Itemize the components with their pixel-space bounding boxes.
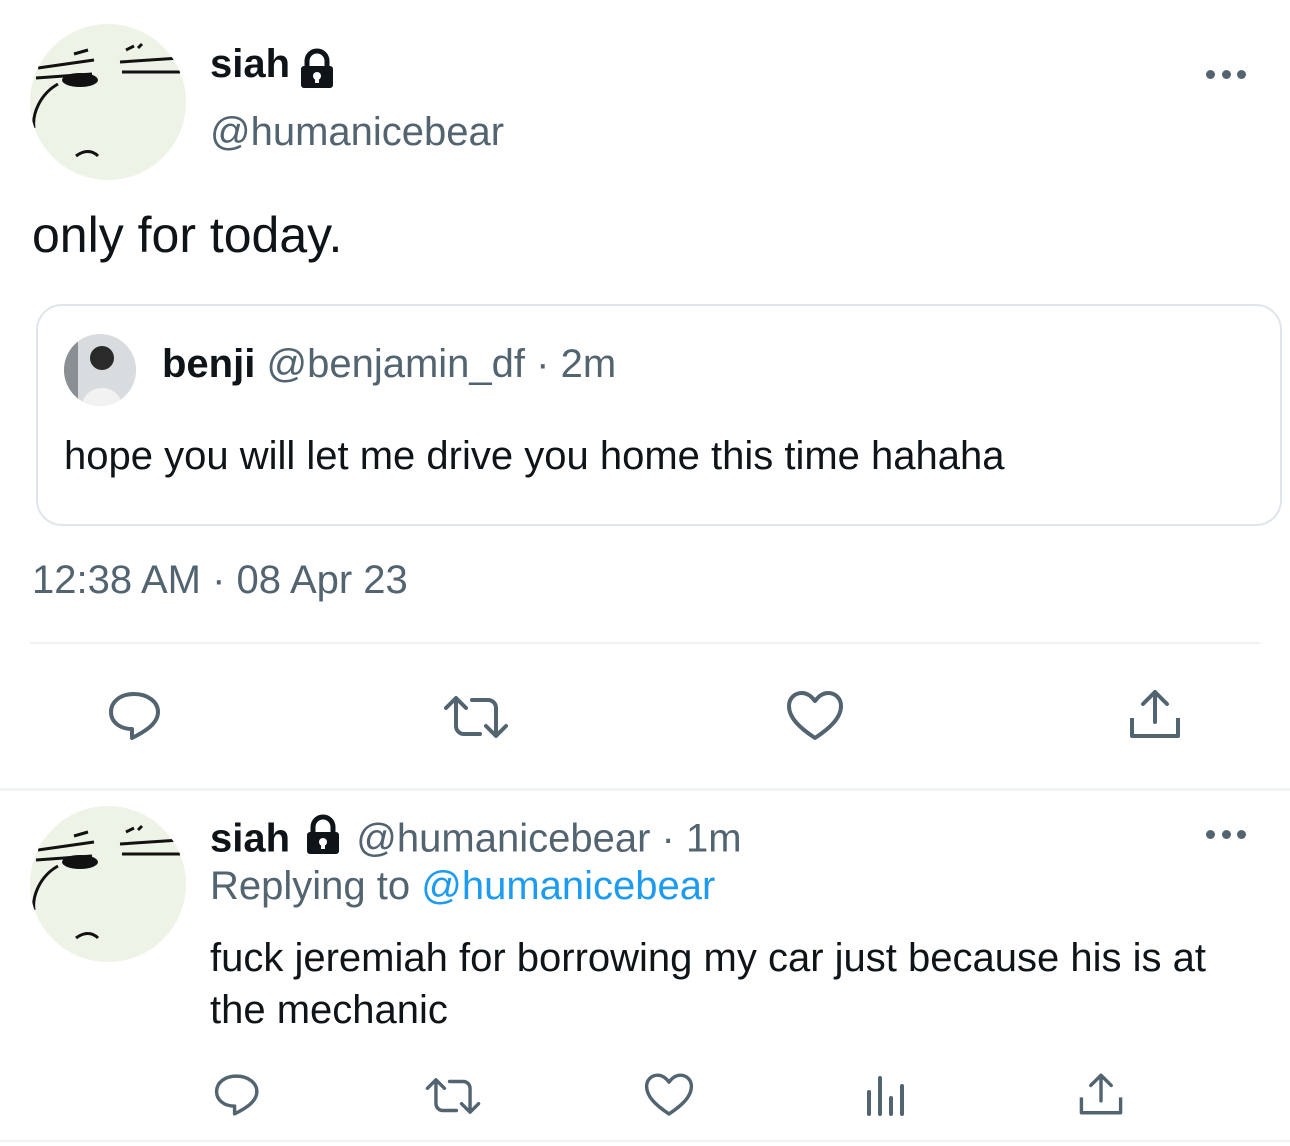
replying-handle-link[interactable]: @humanicebear: [421, 864, 715, 908]
author-handle[interactable]: @humanicebear: [210, 110, 504, 155]
lock-icon: [295, 48, 339, 97]
replying-to: Replying to @humanicebear: [210, 864, 715, 909]
quote-time: 2m: [560, 342, 617, 386]
ice-bear-face-icon: [30, 806, 186, 962]
author-handle[interactable]: @humanicebear: [356, 817, 650, 861]
quote-author-name[interactable]: benji: [162, 342, 255, 386]
time-ago[interactable]: 1m: [686, 817, 742, 861]
author-name[interactable]: siah: [210, 42, 290, 86]
author-row: siah: [210, 42, 339, 97]
reply-icon[interactable]: [214, 1072, 262, 1118]
ice-bear-face-icon: [30, 24, 186, 180]
replying-label: Replying to: [210, 864, 411, 908]
share-icon[interactable]: [1078, 1070, 1124, 1118]
avatar[interactable]: [30, 806, 186, 962]
more-options-icon[interactable]: [1206, 828, 1246, 840]
retweet-icon[interactable]: [442, 694, 510, 740]
share-icon[interactable]: [1128, 686, 1182, 742]
quote-header: benji @benjamin_df · 2m: [162, 342, 616, 387]
separator: ·: [661, 816, 675, 861]
reply-icon[interactable]: [108, 690, 164, 742]
lock-icon: [301, 814, 345, 868]
quoted-tweet[interactable]: benji @benjamin_df · 2m hope you will le…: [36, 304, 1282, 526]
more-options-icon[interactable]: [1206, 68, 1246, 80]
quote-author-handle[interactable]: @benjamin_df: [266, 342, 525, 386]
quote-avatar[interactable]: [64, 334, 136, 406]
bottom-divider: [0, 1140, 1290, 1142]
divider: [30, 642, 1260, 644]
tweet-text: fuck jeremiah for borrowing my car just …: [210, 936, 1206, 1032]
quote-separator: ·: [536, 342, 550, 386]
like-icon[interactable]: [786, 690, 844, 742]
tweet-separator: [0, 788, 1290, 791]
retweet-icon[interactable]: [424, 1076, 482, 1116]
tweet-text: only for today.: [32, 207, 343, 263]
reply-header: siah @humanicebear · 1m: [210, 814, 742, 868]
quote-text: hope you will let me drive you home this…: [64, 434, 1005, 478]
tweet-timestamp[interactable]: 12:38 AM · 08 Apr 23: [32, 558, 408, 603]
avatar[interactable]: [30, 24, 186, 180]
analytics-icon[interactable]: [864, 1072, 906, 1116]
author-name[interactable]: siah: [210, 817, 290, 861]
like-icon[interactable]: [644, 1072, 694, 1118]
